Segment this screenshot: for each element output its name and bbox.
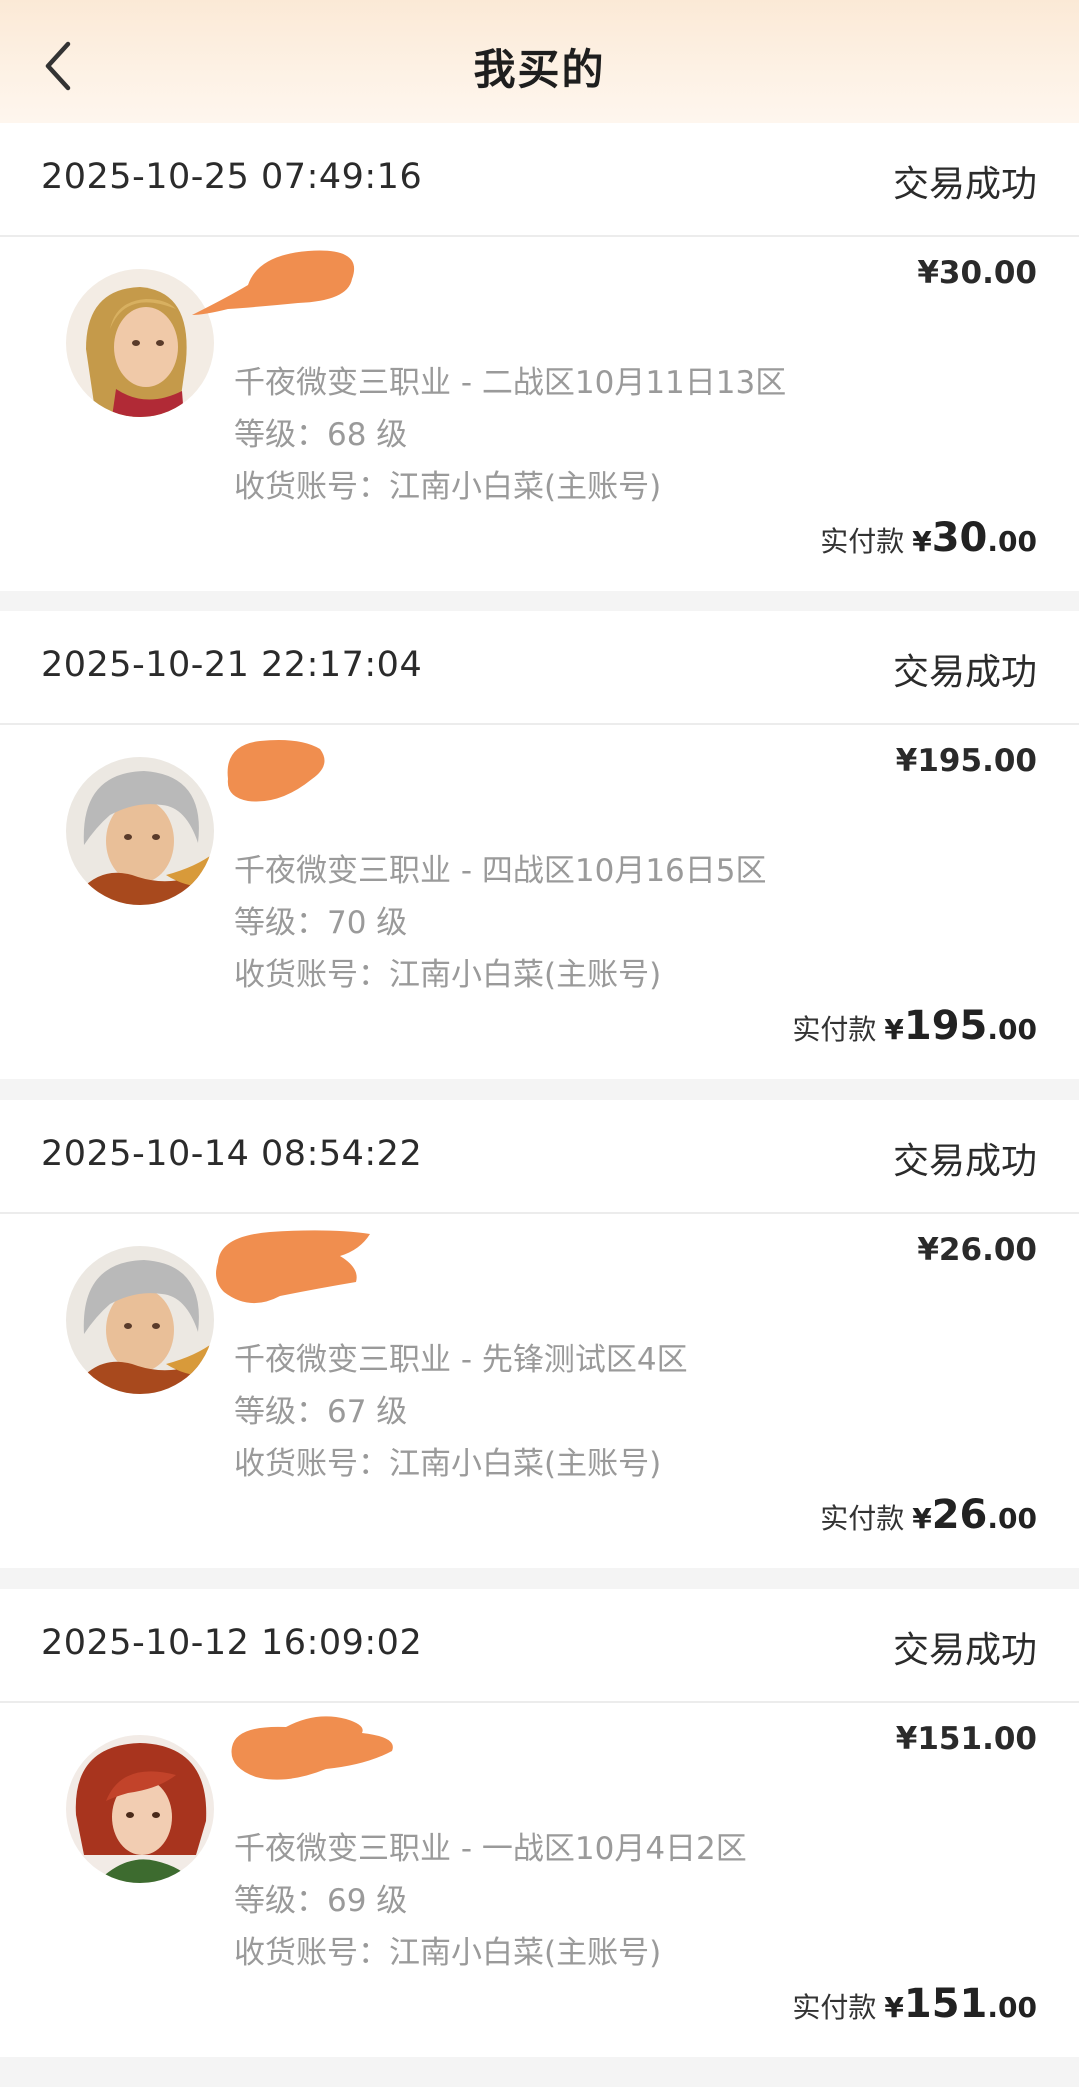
paid-label: 实付款 xyxy=(792,1013,877,1046)
item-price: ¥30.00 xyxy=(917,255,1037,291)
order-card[interactable]: 2025-10-21 22:17:04 交易成功 千夜微变三职业 - 四战区10… xyxy=(0,611,1079,1079)
paid-decimal: .00 xyxy=(987,1013,1037,1046)
page-title: 我买的 xyxy=(473,45,606,94)
item-price: ¥195.00 xyxy=(895,743,1037,779)
order-item[interactable]: 千夜微变三职业 - 一战区10月4日2区 等级：69 级 收货账号：江南小白菜(… xyxy=(0,1701,1079,2057)
paid-integer: 26 xyxy=(931,1492,988,1538)
order-header: 2025-10-21 22:17:04 交易成功 xyxy=(0,611,1079,725)
item-price: ¥26.00 xyxy=(917,1232,1037,1268)
paid-integer: 151 xyxy=(903,1981,988,2027)
item-price: ¥151.00 xyxy=(895,1721,1037,1757)
paid-currency: ¥ xyxy=(884,1013,904,1046)
silver-hair-warrior-avatar xyxy=(66,1246,214,1394)
paid-amount: 实付款 ¥30.00 xyxy=(820,515,1037,561)
character-level: 等级：69 级 xyxy=(234,1883,408,1919)
silver-hair-warrior-avatar xyxy=(66,757,214,905)
character-level: 等级：70 级 xyxy=(234,905,408,941)
order-card[interactable]: 2025-10-25 07:49:16 交易成功 千夜微变三职业 - 二战区10… xyxy=(0,123,1079,591)
order-card[interactable]: 2025-10-14 08:54:22 交易成功 千夜微变三职业 - 先锋测试区… xyxy=(0,1100,1079,1568)
order-header: 2025-10-12 16:09:02 交易成功 xyxy=(0,1589,1079,1703)
order-time: 2025-10-25 07:49:16 xyxy=(41,157,423,197)
order-time: 2025-10-14 08:54:22 xyxy=(41,1134,423,1174)
paid-decimal: .00 xyxy=(987,1502,1037,1535)
redaction-mark xyxy=(231,1716,393,1780)
receive-account: 收货账号：江南小白菜(主账号) xyxy=(234,1446,662,1482)
server-name: 千夜微变三职业 - 四战区10月16日5区 xyxy=(234,853,767,889)
order-time: 2025-10-21 22:17:04 xyxy=(41,645,423,685)
paid-currency: ¥ xyxy=(912,1502,932,1535)
order-time: 2025-10-12 16:09:02 xyxy=(41,1623,423,1663)
order-status: 交易成功 xyxy=(892,164,1037,205)
order-card[interactable]: 2025-10-12 16:09:02 交易成功 千夜微变三职业 - 一战区10… xyxy=(0,1589,1079,2057)
server-name: 千夜微变三职业 - 一战区10月4日2区 xyxy=(234,1831,747,1867)
order-item[interactable]: 千夜微变三职业 - 先锋测试区4区 等级：67 级 收货账号：江南小白菜(主账号… xyxy=(0,1212,1079,1568)
paid-decimal: .00 xyxy=(987,525,1037,558)
paid-decimal: .00 xyxy=(987,1991,1037,2024)
paid-amount: 实付款 ¥26.00 xyxy=(820,1492,1037,1538)
paid-amount: 实付款 ¥195.00 xyxy=(792,1003,1037,1049)
redaction-mark xyxy=(227,740,325,802)
receive-account: 收货账号：江南小白菜(主账号) xyxy=(234,469,662,505)
order-status: 交易成功 xyxy=(892,652,1037,693)
order-item[interactable]: 千夜微变三职业 - 四战区10月16日5区 等级：70 级 收货账号：江南小白菜… xyxy=(0,723,1079,1079)
paid-currency: ¥ xyxy=(912,525,932,558)
redaction-mark xyxy=(192,250,355,315)
red-hair-girl-avatar xyxy=(66,1735,214,1883)
character-level: 等级：67 级 xyxy=(234,1394,408,1430)
server-name: 千夜微变三职业 - 二战区10月11日13区 xyxy=(234,365,787,401)
order-status: 交易成功 xyxy=(892,1141,1037,1182)
character-level: 等级：68 级 xyxy=(234,417,408,453)
paid-label: 实付款 xyxy=(792,1991,877,2024)
redaction-mark xyxy=(216,1230,370,1304)
paid-currency: ¥ xyxy=(884,1991,904,2024)
order-status: 交易成功 xyxy=(892,1630,1037,1671)
paid-label: 实付款 xyxy=(820,525,905,558)
paid-label: 实付款 xyxy=(820,1502,905,1535)
order-header: 2025-10-25 07:49:16 交易成功 xyxy=(0,123,1079,237)
top-bar: 我买的 xyxy=(0,0,1079,123)
paid-integer: 195 xyxy=(903,1003,988,1049)
paid-integer: 30 xyxy=(931,515,988,561)
paid-amount: 实付款 ¥151.00 xyxy=(792,1981,1037,2027)
server-name: 千夜微变三职业 - 先锋测试区4区 xyxy=(234,1342,688,1378)
order-item[interactable]: 千夜微变三职业 - 二战区10月11日13区 等级：68 级 收货账号：江南小白… xyxy=(0,235,1079,591)
receive-account: 收货账号：江南小白菜(主账号) xyxy=(234,957,662,993)
receive-account: 收货账号：江南小白菜(主账号) xyxy=(234,1935,662,1971)
order-header: 2025-10-14 08:54:22 交易成功 xyxy=(0,1100,1079,1214)
